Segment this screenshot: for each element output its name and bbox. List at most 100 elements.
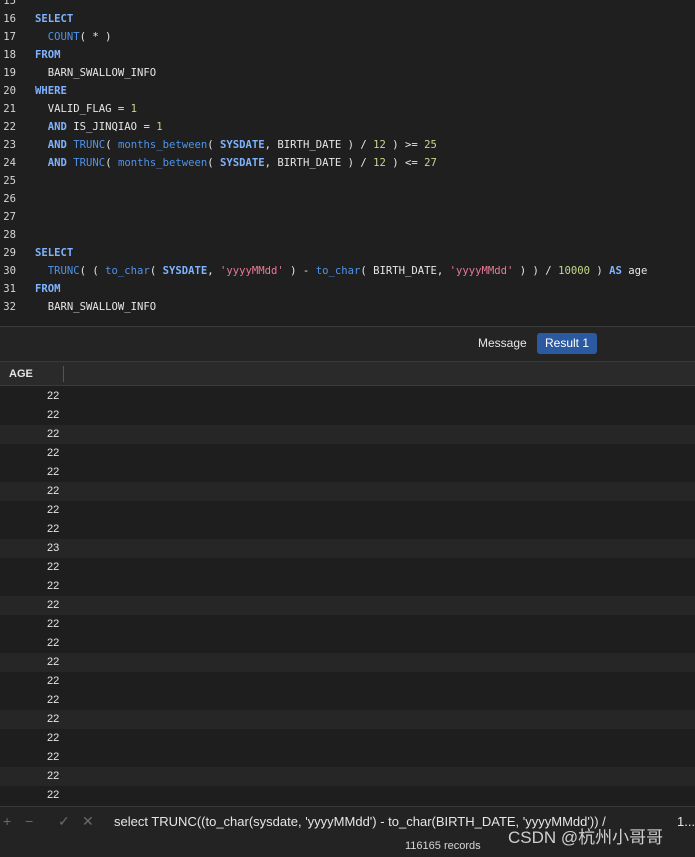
table-row[interactable]: 22 <box>0 634 695 653</box>
code-token: months_between <box>117 139 208 151</box>
age-cell[interactable]: 22 <box>47 596 59 615</box>
age-cell[interactable]: 22 <box>47 691 59 710</box>
record-count: 116165 records <box>405 840 481 852</box>
age-cell[interactable]: 22 <box>47 501 59 520</box>
age-cell[interactable]: 22 <box>47 786 59 805</box>
line-number: 30 <box>3 265 16 277</box>
code-token: , BIRTH_DATE ) / <box>264 157 374 169</box>
age-cell[interactable]: 22 <box>47 482 59 501</box>
table-row[interactable]: 22 <box>0 653 695 672</box>
code-token: TRUNC <box>47 265 80 277</box>
code-token: AND <box>47 139 67 151</box>
table-row[interactable]: 23 <box>0 539 695 558</box>
line-number: 22 <box>3 121 16 133</box>
line-number: 25 <box>3 175 16 187</box>
apply-icon[interactable]: ✓ <box>58 813 70 829</box>
age-cell[interactable]: 22 <box>47 520 59 539</box>
code-line[interactable]: COUNT( * ) <box>35 28 112 46</box>
table-row[interactable]: 22 <box>0 425 695 444</box>
age-cell[interactable]: 22 <box>47 425 59 444</box>
code-line[interactable]: AND IS_JINQIAO = 1 <box>35 118 163 136</box>
column-separator[interactable] <box>63 366 64 382</box>
table-row[interactable]: 22 <box>0 729 695 748</box>
line-number: 21 <box>3 103 16 115</box>
table-row[interactable]: 22 <box>0 463 695 482</box>
age-cell[interactable]: 22 <box>47 406 59 425</box>
code-token: ( <box>105 157 118 169</box>
table-row[interactable]: 22 <box>0 406 695 425</box>
code-line[interactable]: AND TRUNC( months_between( SYSDATE, BIRT… <box>35 154 437 172</box>
table-row[interactable]: 22 <box>0 596 695 615</box>
table-row[interactable]: 22 <box>0 520 695 539</box>
line-number: 27 <box>3 211 16 223</box>
sql-editor[interactable]: 15 16 SELECT 17 COUNT( * ) 18 FROM 19 BARN_SWA… <box>0 0 695 326</box>
delete-row-icon[interactable]: − <box>25 813 33 829</box>
age-cell[interactable]: 22 <box>47 634 59 653</box>
table-row[interactable]: 22 <box>0 691 695 710</box>
line-number: 16 <box>3 13 16 25</box>
discard-icon[interactable]: ✕ <box>82 813 94 829</box>
tab-result-1[interactable]: Result 1 <box>537 333 598 354</box>
age-cell[interactable]: 22 <box>47 463 59 482</box>
code-token: WHERE <box>35 85 67 97</box>
code-token: to_char <box>315 265 361 277</box>
table-row[interactable]: 22 <box>0 577 695 596</box>
code-line[interactable]: WHERE <box>35 82 67 100</box>
table-row[interactable]: 22 <box>0 615 695 634</box>
code-token: AS <box>609 265 622 277</box>
table-row[interactable]: 22 <box>0 710 695 729</box>
code-token: VALID_FLAG = <box>35 103 131 115</box>
age-cell[interactable]: 23 <box>47 539 59 558</box>
age-cell[interactable]: 22 <box>47 710 59 729</box>
code-line[interactable]: VALID_FLAG = 1 <box>35 100 137 118</box>
table-row[interactable]: 22 <box>0 786 695 805</box>
code-line[interactable]: BARN_SWALLOW_INFO <box>35 298 156 316</box>
code-line[interactable]: FROM <box>35 46 61 64</box>
table-row[interactable]: 22 <box>0 558 695 577</box>
add-row-icon[interactable]: + <box>3 813 11 829</box>
table-row[interactable]: 22 <box>0 748 695 767</box>
code-token: age <box>621 265 648 277</box>
line-number: 20 <box>3 85 16 97</box>
code-token: , BIRTH_DATE ) / <box>264 139 374 151</box>
result-grid[interactable]: 22 22 22 22 22 22 22 22 23 22 22 22 22 22 22 22 22 22 22 22… <box>0 386 695 806</box>
tab-message[interactable]: Message <box>470 333 535 354</box>
line-number: 26 <box>3 193 16 205</box>
age-cell[interactable]: 22 <box>47 615 59 634</box>
age-cell[interactable]: 22 <box>47 748 59 767</box>
code-token: IS_JINQIAO = <box>66 121 157 133</box>
code-line[interactable]: SELECT <box>35 244 73 262</box>
column-header-age[interactable]: AGE <box>9 362 33 386</box>
age-cell[interactable]: 22 <box>47 767 59 786</box>
table-row[interactable]: 22 <box>0 501 695 520</box>
line-number: 31 <box>3 283 16 295</box>
code-token: 27 <box>424 157 437 169</box>
code-token: ) - <box>283 265 316 277</box>
code-line[interactable]: BARN_SWALLOW_INFO <box>35 64 156 82</box>
code-line[interactable]: TRUNC( ( to_char( SYSDATE, 'yyyyMMdd' ) … <box>35 262 648 280</box>
code-line[interactable]: SELECT <box>35 10 73 28</box>
code-token: 1 <box>156 121 163 133</box>
code-token: AND <box>47 121 67 133</box>
code-line[interactable]: AND TRUNC( months_between( SYSDATE, BIRT… <box>35 136 437 154</box>
code-token: FROM <box>35 49 61 61</box>
age-cell[interactable]: 22 <box>47 577 59 596</box>
code-line[interactable]: FROM <box>35 280 61 298</box>
age-cell[interactable]: 22 <box>47 444 59 463</box>
table-row[interactable]: 22 <box>0 444 695 463</box>
line-number: 28 <box>3 229 16 241</box>
age-cell[interactable]: 22 <box>47 387 59 406</box>
code-token: TRUNC <box>73 157 106 169</box>
age-cell[interactable]: 22 <box>47 653 59 672</box>
line-number: 23 <box>3 139 16 151</box>
age-cell[interactable]: 22 <box>47 729 59 748</box>
age-cell[interactable]: 22 <box>47 672 59 691</box>
table-row[interactable]: 22 <box>0 672 695 691</box>
age-cell[interactable]: 22 <box>47 558 59 577</box>
table-row[interactable]: 22 <box>0 387 695 406</box>
table-row[interactable]: 22 <box>0 482 695 501</box>
table-row[interactable]: 22 <box>0 767 695 786</box>
code-token: BARN_SWALLOW_INFO <box>35 301 157 313</box>
